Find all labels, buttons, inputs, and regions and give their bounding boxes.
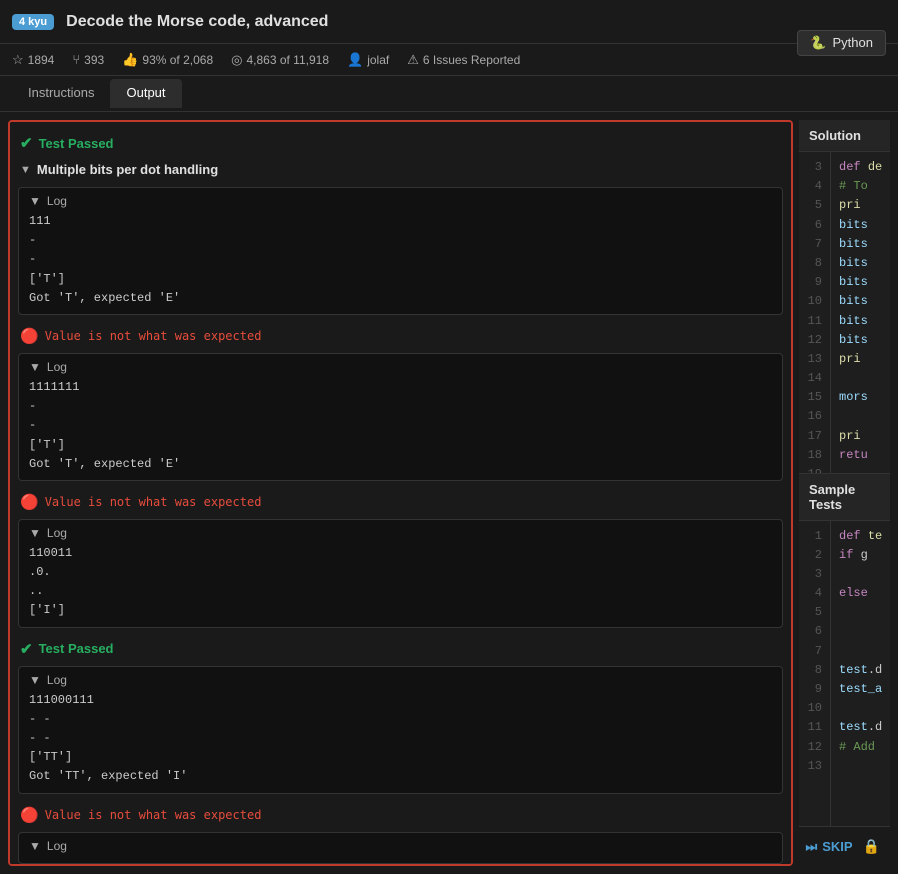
tab-output[interactable]: Output (110, 79, 181, 108)
log-content-1: 111 - - ['T'] Got 'T', expected 'E' (29, 212, 772, 308)
python-badge[interactable]: 🐍 Python (797, 30, 886, 56)
log-header-1[interactable]: ▼ Log (29, 194, 772, 208)
log-header-3[interactable]: ▼ Log (29, 526, 772, 540)
stars-stat: ☆ 1894 (12, 52, 54, 68)
stars-value: 1894 (28, 53, 55, 67)
user-icon: 👤 (347, 52, 363, 68)
test-passed-1: ✔ Test Passed (18, 130, 783, 156)
rank-stat: ◎ 4,863 of 11,918 (231, 52, 329, 68)
error-icon-1: 🔴 (20, 327, 39, 345)
chevron-log-4: ▼ (29, 673, 41, 687)
sample-tests-title: Sample Tests (799, 474, 890, 521)
log-content-3: 110011 .0. .. ['I'] (29, 544, 772, 621)
bottom-bar: ⏭ SKIP 🔒 (799, 826, 890, 866)
error-msg-2: 🔴 Value is not what was expected (18, 489, 783, 515)
log-header-4[interactable]: ▼ Log (29, 673, 772, 687)
skip-label: SKIP (822, 839, 852, 854)
error-msg-3: 🔴 Value is not what was expected (18, 802, 783, 828)
chevron-log-1: ▼ (29, 194, 41, 208)
sample-tests-code-area: 12345 678910 111213 def test if g else (799, 521, 890, 827)
solution-section: Solution 34567 89101112 1314151617 18192… (799, 120, 890, 473)
error-text-1: Value is not what was expected (45, 329, 262, 343)
chevron-log-5: ▼ (29, 839, 41, 853)
author-stat: 👤 jolaf (347, 52, 389, 68)
log-header-5[interactable]: ▼ Log (29, 839, 772, 853)
test-passed-2: ✔ Test Passed (18, 636, 783, 662)
stats-bar: ☆ 1894 ⑂ 393 👍 93% of 2,068 ◎ 4,863 of 1… (0, 44, 898, 76)
warning-icon: ⚠ (407, 52, 419, 68)
log-label-5: Log (47, 839, 67, 853)
log-header-2[interactable]: ▼ Log (29, 360, 772, 374)
sample-tests-section: Sample Tests 12345 678910 111213 def tes… (799, 473, 890, 827)
log-label-4: Log (47, 673, 67, 687)
chevron-log-2: ▼ (29, 360, 41, 374)
section-title: Multiple bits per dot handling (37, 162, 218, 177)
forks-value: 393 (84, 53, 104, 67)
log-box-3: ▼ Log 110011 .0. .. ['I'] (18, 519, 783, 628)
error-text-2: Value is not what was expected (45, 495, 262, 509)
sample-tests-line-numbers: 12345 678910 111213 (799, 521, 831, 827)
log-label-1: Log (47, 194, 67, 208)
issues-value: 6 Issues Reported (423, 53, 520, 67)
solution-line-numbers: 34567 89101112 1314151617 1819202122 232… (799, 152, 831, 473)
star-icon: ☆ (12, 52, 24, 68)
main-layout: ✔ Test Passed ▼ Multiple bits per dot ha… (0, 112, 898, 874)
check-circle-icon-1: ✔ (20, 134, 33, 152)
log-label-3: Log (47, 526, 67, 540)
tabs-bar: Instructions Output (0, 76, 898, 112)
page-title: Decode the Morse code, advanced (66, 13, 328, 31)
error-msg-1: 🔴 Value is not what was expected (18, 323, 783, 349)
log-content-2: 1111111 - - ['T'] Got 'T', expected 'E' (29, 378, 772, 474)
satisfaction-stat: 👍 93% of 2,068 (122, 52, 213, 68)
top-bar: 4 kyu Decode the Morse code, advanced 🐍 … (0, 0, 898, 44)
solution-title: Solution (799, 120, 890, 152)
issues-stat: ⚠ 6 Issues Reported (407, 52, 520, 68)
author-value: jolaf (367, 53, 389, 67)
section-header[interactable]: ▼ Multiple bits per dot handling (18, 156, 783, 183)
right-panel: Solution 34567 89101112 1314151617 18192… (799, 120, 890, 866)
sample-tests-code-lines: 12345 678910 111213 def test if g else (799, 521, 890, 827)
log-box-2: ▼ Log 1111111 - - ['T'] Got 'T', expecte… (18, 353, 783, 481)
check-circle-icon-2: ✔ (20, 640, 33, 658)
fork-icon: ⑂ (72, 52, 80, 67)
log-box-1: ▼ Log 111 - - ['T'] Got 'T', expected 'E… (18, 187, 783, 315)
rank-value: 4,863 of 11,918 (246, 53, 329, 67)
python-icon: 🐍 (810, 35, 826, 51)
solution-code-content: def deco # To pri bits bits bits bits bi… (831, 152, 890, 473)
test-passed-label-1: Test Passed (39, 136, 114, 151)
tab-instructions[interactable]: Instructions (12, 79, 110, 108)
chevron-log-3: ▼ (29, 526, 41, 540)
error-icon-2: 🔴 (20, 493, 39, 511)
left-panel: ✔ Test Passed ▼ Multiple bits per dot ha… (8, 120, 793, 866)
error-text-3: Value is not what was expected (45, 808, 262, 822)
log-box-5: ▼ Log (18, 832, 783, 864)
skip-forward-icon: ⏭ (806, 839, 818, 855)
log-content-4: 111000111 - - - - ['TT'] Got 'TT', expec… (29, 691, 772, 787)
chevron-down-icon: ▼ (20, 164, 31, 176)
kyu-badge: 4 kyu (12, 14, 54, 30)
test-passed-label-2: Test Passed (39, 641, 114, 656)
error-icon-3: 🔴 (20, 806, 39, 824)
sample-tests-code-content: def test if g else test.des test_and tes… (831, 521, 890, 827)
log-label-2: Log (47, 360, 67, 374)
log-box-4: ▼ Log 111000111 - - - - ['TT'] Got 'TT',… (18, 666, 783, 794)
rank-icon: ◎ (231, 52, 242, 68)
forks-stat: ⑂ 393 (72, 52, 104, 67)
satisfaction-value: 93% of 2,068 (142, 53, 213, 67)
python-label: Python (833, 35, 873, 50)
solution-code-area: 34567 89101112 1314151617 1819202122 232… (799, 152, 890, 473)
skip-button[interactable]: ⏭ SKIP (806, 839, 853, 855)
solution-code-lines: 34567 89101112 1314151617 1819202122 232… (799, 152, 890, 473)
lock-icon: 🔒 (863, 838, 880, 855)
satisfaction-icon: 👍 (122, 52, 138, 68)
